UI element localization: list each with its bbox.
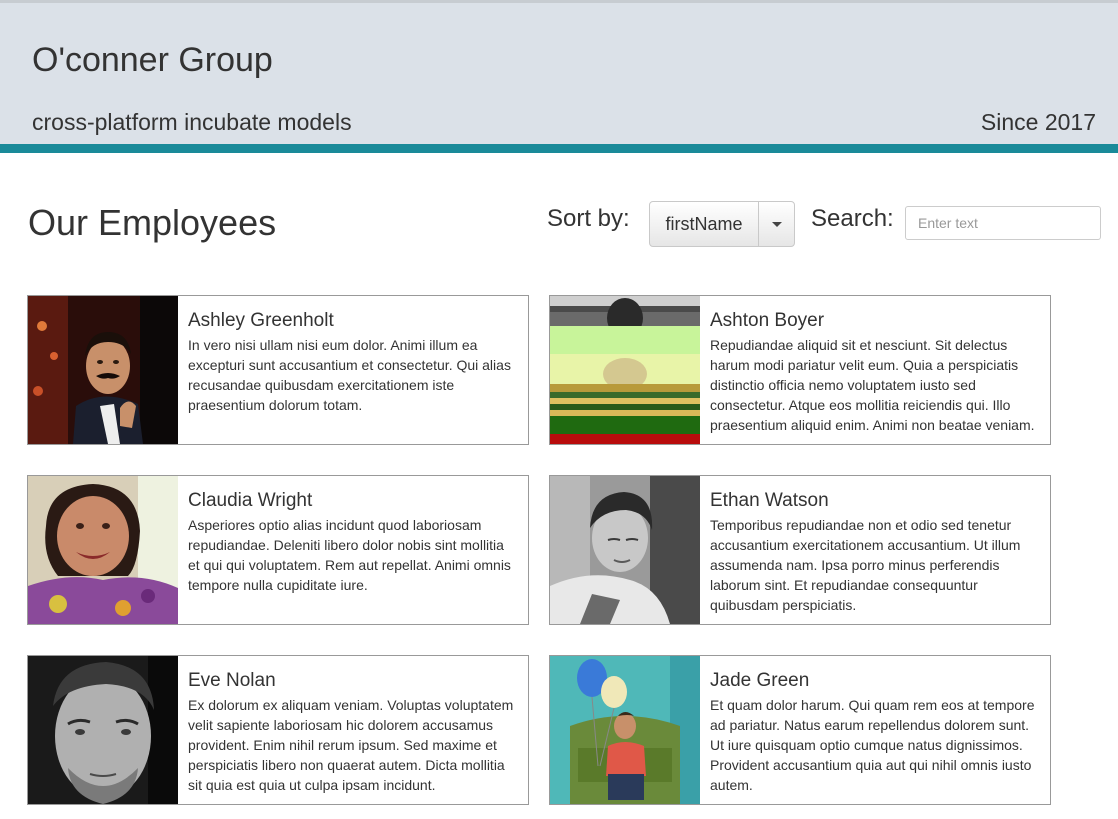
photo-man-bw-icon	[550, 476, 700, 624]
company-name: O'conner Group	[32, 41, 273, 79]
page: O'conner Group cross-platform incubate m…	[0, 0, 1118, 819]
employee-name: Jade Green	[710, 670, 810, 691]
page-title: Our Employees	[28, 202, 277, 243]
site-header: O'conner Group cross-platform incubate m…	[0, 3, 1118, 144]
employee-bio: Temporibus repudiandae non et odio sed t…	[710, 517, 1021, 613]
employee-card: Ashley Greenholt In vero nisi ullam nisi…	[27, 295, 529, 445]
employee-bio: Ex dolorum ex aliquam veniam. Voluptas v…	[188, 697, 514, 793]
employee-photo	[28, 476, 178, 624]
employee-photo	[550, 656, 700, 804]
sort-dropdown[interactable]: firstName	[649, 201, 795, 247]
photo-man-balloons-icon	[550, 656, 700, 804]
employee-bio: Repudiandae aliquid sit et nesciunt. Sit…	[710, 337, 1035, 433]
company-tagline: cross-platform incubate models	[32, 109, 352, 135]
employee-name: Eve Nolan	[188, 670, 276, 691]
photo-man-closeup-bw-icon	[28, 656, 178, 804]
chevron-down-icon	[771, 221, 782, 227]
sort-label: Sort by:	[547, 205, 630, 232]
photo-glitched-portrait-icon	[550, 296, 700, 444]
search-input[interactable]	[905, 206, 1101, 240]
sort-dropdown-toggle[interactable]	[759, 202, 794, 246]
company-since: Since 2017	[980, 109, 1096, 135]
employee-photo	[550, 476, 700, 624]
employee-card: Jade Green Et quam dolor harum. Qui quam…	[549, 655, 1051, 805]
photo-man-mustache-icon	[28, 296, 178, 444]
employee-card: Ashton Boyer Repudiandae aliquid sit et …	[549, 295, 1051, 445]
employee-card: Ethan Watson Temporibus repudiandae non …	[549, 475, 1051, 625]
employee-card: Eve Nolan Ex dolorum ex aliquam veniam. …	[27, 655, 529, 805]
employee-name: Ashton Boyer	[710, 310, 825, 331]
employee-name: Ashley Greenholt	[188, 310, 334, 331]
employee-name: Claudia Wright	[188, 490, 313, 511]
search-label: Search:	[811, 205, 894, 232]
sort-selected-value: firstName	[650, 202, 759, 246]
photo-woman-smiling-icon	[28, 476, 178, 624]
header-accent-bar	[0, 144, 1118, 153]
employee-name: Ethan Watson	[710, 490, 829, 511]
employee-bio: Asperiores optio alias incidunt quod lab…	[188, 517, 511, 593]
employee-bio: Et quam dolor harum. Qui quam rem eos at…	[710, 697, 1035, 793]
employee-photo	[28, 296, 178, 444]
employee-bio: In vero nisi ullam nisi eum dolor. Animi…	[188, 337, 511, 413]
employee-photo	[28, 656, 178, 804]
employee-photo	[550, 296, 700, 444]
employee-card: Claudia Wright Asperiores optio alias in…	[27, 475, 529, 625]
